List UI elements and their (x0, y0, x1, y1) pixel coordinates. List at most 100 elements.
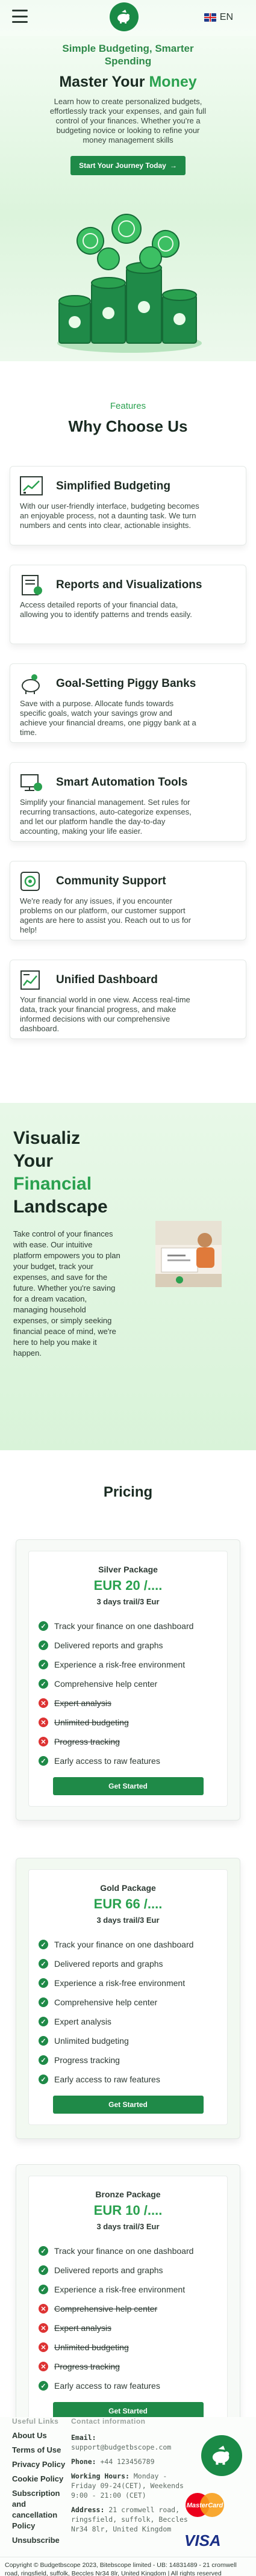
feature-title: Simplified Budgeting (56, 480, 170, 492)
plan-trial: 3 days trail/3 Eur (96, 1916, 160, 1925)
plan-inner: Silver Package EUR 20 /.... 3 days trail… (28, 1551, 228, 1807)
hero-tagline: Simple Budgeting, Smarter Spending (62, 43, 194, 67)
plan-feature-item: ✓ Unlimited budgeting (39, 2035, 217, 2046)
visualize-section: Visualiz Your Financial Landscape Take c… (0, 1103, 256, 1450)
plan-feature-item: ✓ Track your finance on one dashboard (39, 1939, 217, 1950)
cross-icon: ✕ (39, 1737, 48, 1746)
plan-card-bronze: Bronze Package EUR 10 /.... 3 days trail… (16, 2164, 240, 2445)
plan-trial: 3 days trail/3 Eur (96, 2222, 160, 2231)
phone-label: Phone: (71, 2457, 96, 2466)
plan-feature-item: ✓ Comprehensive help center (39, 1997, 217, 2008)
plan-feature-item: ✕ Progress tracking (39, 2361, 217, 2372)
check-icon: ✓ (39, 2017, 48, 2026)
plan-trial: 3 days trail/3 Eur (96, 1597, 160, 1606)
footer-link-cookie-policy[interactable]: Cookie Policy (12, 2474, 66, 2484)
hamburger-icon[interactable] (12, 10, 28, 23)
plan-feature-label: Unlimited budgeting (54, 2036, 129, 2046)
hero-title-prefix: Master Your (59, 73, 145, 90)
check-icon: ✓ (39, 1997, 48, 2007)
plan-feature-item: ✓ Delivered reports and graphs (39, 1640, 217, 1651)
hero-title-accent: Money (149, 73, 197, 90)
check-icon: ✓ (39, 1621, 48, 1631)
plan-feature-label: Expert analysis (54, 2017, 111, 2026)
visa-icon: VISA (184, 2531, 221, 2550)
arrow-right-icon: → (169, 161, 177, 170)
plan-price: EUR 10 /.... (93, 2203, 163, 2218)
plan-feature-item: ✓ Delivered reports and graphs (39, 2265, 217, 2276)
footer-link-terms-of-use[interactable]: Terms of Use (12, 2445, 66, 2456)
plan-feature-item: ✕ Progress tracking (39, 1736, 217, 1747)
check-icon: ✓ (39, 1940, 48, 1949)
plan-feature-item: ✓ Early access to raw features (39, 1755, 217, 1766)
footer-link-privacy-policy[interactable]: Privacy Policy (12, 2459, 66, 2470)
piggy-bank-logo[interactable] (110, 2, 139, 31)
cross-icon: ✕ (39, 2323, 48, 2333)
feature-description: Save with a purpose. Allocate funds towa… (20, 699, 196, 737)
visualize-title-line2: Your (13, 1151, 54, 1171)
support-icon (20, 872, 40, 891)
plan-feature-item: ✕ Unlimited budgeting (39, 2342, 217, 2353)
feature-description: Access detailed reports of your financia… (20, 600, 192, 619)
start-journey-button[interactable]: Start Your Journey Today → (70, 156, 186, 175)
footer-link-about-us[interactable]: About Us (12, 2430, 66, 2441)
check-icon: ✓ (39, 2246, 48, 2256)
plan-inner: Bronze Package EUR 10 /.... 3 days trail… (28, 2176, 228, 2432)
features-label: Features (110, 401, 146, 411)
footer-link-subscription-policy[interactable]: Subscription and cancellation Policy (12, 2488, 66, 2531)
check-icon: ✓ (39, 2285, 48, 2294)
phone-value[interactable]: +44 123456789 (100, 2457, 154, 2466)
features-section: Features Why Choose Us Simplified Budget… (0, 361, 256, 1039)
feature-card-dashboard: Unified Dashboard Your financial world i… (10, 960, 246, 1039)
plan-feature-label: Track your finance on one dashboard (54, 2246, 194, 2256)
get-started-button-silver[interactable]: Get Started (52, 1777, 204, 1795)
top-header: EN (0, 0, 256, 36)
plan-feature-item: ✓ Track your finance on one dashboard (39, 1621, 217, 1631)
pricing-section: Pricing Silver Package EUR 20 /.... 3 da… (0, 1450, 256, 2445)
plan-feature-item: ✕ Unlimited budgeting (39, 1717, 217, 1728)
get-started-button-gold[interactable]: Get Started (52, 2096, 204, 2114)
footer-hours: Working Hours: Monday - Friday 09-24(CET… (71, 2471, 192, 2500)
language-selector[interactable]: EN (204, 12, 233, 23)
check-icon: ✓ (39, 1756, 48, 1766)
plan-name: Silver Package (98, 1565, 158, 1574)
hero-title: Master Your Money (0, 73, 256, 91)
feature-title: Unified Dashboard (56, 973, 158, 986)
check-icon: ✓ (39, 1660, 48, 1669)
plan-feature-label: Delivered reports and graphs (54, 1640, 163, 1650)
visualize-title-line1: Visualiz (13, 1128, 81, 1148)
check-icon: ✓ (39, 1679, 48, 1689)
plan-feature-item: ✕ Expert analysis (39, 2323, 217, 2333)
plan-feature-label: Delivered reports and graphs (54, 1959, 163, 1969)
hours-label: Working Hours: (71, 2472, 130, 2480)
plan-feature-item: ✕ Comprehensive help center (39, 2303, 217, 2314)
chart-icon (20, 476, 43, 495)
plan-feature-label: Comprehensive help center (54, 1997, 158, 2007)
feature-description: Simplify your financial management. Set … (20, 798, 192, 836)
footer-contact-heading: Contact information (71, 2417, 146, 2425)
cross-icon: ✕ (39, 1698, 48, 1708)
check-icon: ✓ (39, 2075, 48, 2084)
coin-stack-illustration (57, 214, 202, 353)
report-icon (22, 575, 42, 595)
email-value[interactable]: support@budgetbscope.com (71, 2443, 171, 2451)
mastercard-label: MasterCard (187, 2502, 223, 2509)
plan-feature-item: ✓ Experience a risk-free environment (39, 1978, 217, 1988)
check-icon: ✓ (39, 2381, 48, 2391)
footer-link-unsubscribe[interactable]: Unsubscribe (12, 2535, 66, 2546)
hero-section: Simple Budgeting, Smarter Spending Maste… (0, 36, 256, 361)
check-icon: ✓ (39, 1978, 48, 1988)
plan-feature-item: ✓ Experience a risk-free environment (39, 1659, 217, 1670)
feature-card-automation: Smart Automation Tools Simplify your fin… (10, 762, 246, 842)
feature-description: Your financial world in one view. Access… (20, 995, 190, 1033)
uk-flag-icon (204, 13, 216, 22)
visualize-title-line4: Landscape (13, 1197, 108, 1217)
plan-feature-label: Early access to raw features (54, 2075, 160, 2084)
check-icon: ✓ (39, 2036, 48, 2046)
hero-description: Learn how to create personalized budgets… (49, 97, 207, 144)
page: EN Simple Budgeting, Smarter Spending Ma… (0, 0, 256, 2576)
plan-feature-item: ✓ Experience a risk-free environment (39, 2284, 217, 2295)
feature-title: Community Support (56, 875, 166, 887)
footer-piggy-bank-logo[interactable] (201, 2435, 242, 2476)
plan-feature-label: Expert analysis (54, 1698, 111, 1708)
feature-description: We're ready for any issues, if you encou… (20, 896, 191, 934)
